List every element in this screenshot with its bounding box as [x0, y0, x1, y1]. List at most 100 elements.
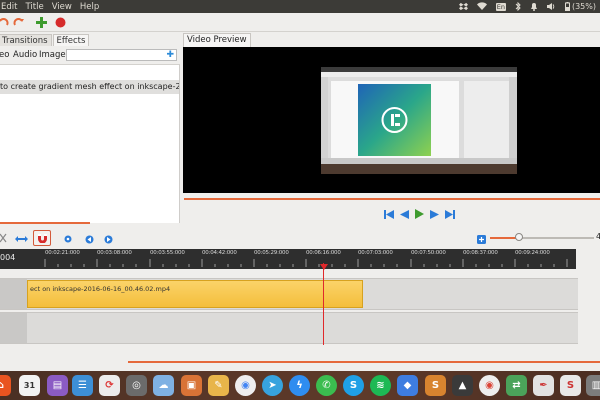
preview-frame-image — [321, 67, 517, 174]
dock-item[interactable]: ✒ — [533, 375, 554, 396]
menu-view[interactable]: View — [52, 2, 72, 12]
dock-item[interactable]: ϟ — [289, 375, 310, 396]
dock-item[interactable]: ⌂ — [0, 375, 11, 396]
dock-item[interactable]: ◉ — [479, 375, 500, 396]
trash-icon: ▥ — [591, 380, 600, 391]
dock-item[interactable]: ◎ — [126, 375, 147, 396]
bluetooth-icon[interactable] — [515, 2, 521, 11]
snapping-toggle[interactable] — [33, 230, 51, 246]
messenger-icon: ϟ — [296, 380, 303, 391]
weather-icon: ☁ — [158, 380, 169, 391]
record-button[interactable] — [53, 15, 67, 29]
zoom-slider[interactable] — [490, 233, 594, 241]
filter-image[interactable]: Image — [39, 50, 66, 60]
razor-icon — [0, 233, 7, 243]
dock-item[interactable]: ◉ — [235, 375, 256, 396]
dock-item[interactable]: ▤ — [47, 375, 68, 396]
dock-item[interactable]: ☁ — [153, 375, 174, 396]
timeline-ruler[interactable]: 004 00:02:21:000 00:03:08:000 00:03:55:0… — [0, 249, 576, 269]
fast-forward-button[interactable] — [430, 209, 439, 219]
image-viewer-icon: ▣ — [186, 380, 197, 391]
track-header[interactable] — [0, 313, 27, 343]
timeline-clip[interactable]: ect on inkscape-2016-06-16_00.46.02.mp4 — [27, 280, 363, 308]
volume-icon[interactable] — [546, 2, 556, 11]
top-panel: Edit Title View Help En (35%) — [0, 0, 600, 13]
add-marker-button[interactable] — [63, 233, 73, 245]
video-preview — [183, 47, 600, 193]
chrome-2-icon: ◉ — [485, 380, 494, 391]
dock-item[interactable]: ➤ — [262, 375, 283, 396]
jump-end-button[interactable] — [445, 209, 455, 219]
dock-item[interactable]: ▣ — [181, 375, 202, 396]
file-name: to create gradient mesh effect on inksca… — [0, 82, 179, 91]
list-item[interactable]: to create gradient mesh effect on inksca… — [0, 80, 179, 94]
battery-indicator[interactable]: (35%) — [564, 2, 596, 11]
playhead-line[interactable] — [323, 263, 324, 345]
dropbox-tray-icon[interactable] — [458, 2, 468, 11]
whatsapp-icon: ✆ — [322, 380, 331, 391]
magnet-icon — [37, 234, 47, 243]
playback-controls — [384, 209, 455, 219]
ruler-filler — [576, 249, 600, 269]
menu-help[interactable]: Help — [80, 2, 99, 12]
timeline-scrollbar[interactable] — [128, 361, 600, 363]
dock-item[interactable]: ◆ — [397, 375, 418, 396]
next-marker-button[interactable] — [103, 233, 113, 245]
system-tray: En (35%) — [458, 0, 596, 13]
rewind-button[interactable] — [400, 209, 409, 219]
dock-item[interactable]: ▥ — [586, 375, 600, 396]
menu-title[interactable]: Title — [25, 2, 43, 12]
notification-bell-icon[interactable] — [530, 2, 538, 11]
keyboard-layout-indicator[interactable]: En — [495, 2, 506, 11]
tab-video-preview[interactable]: Video Preview — [183, 33, 251, 47]
dock-item[interactable]: ☰ — [72, 375, 93, 396]
search-input[interactable]: ✚ — [66, 49, 177, 61]
dock-item[interactable]: ⟳ — [99, 375, 120, 396]
playhead-handle[interactable] — [320, 264, 328, 270]
zoom-fit-button[interactable] — [476, 233, 486, 245]
ruler-ticks — [44, 259, 568, 267]
chrome-icon: ◉ — [241, 380, 250, 391]
redo-icon — [13, 18, 24, 26]
dock-item[interactable]: ▲ — [452, 375, 473, 396]
dock: ⌂ 31 ▤ ☰ ⟳ ◎ ☁ ▣ ✎ ◉ ➤ ϟ ✆ S ≋ ◆ S ▲ ◉ ⇄… — [0, 371, 600, 400]
next-marker-icon — [104, 235, 112, 243]
undo-button[interactable] — [0, 15, 10, 29]
dock-item[interactable]: S — [560, 375, 581, 396]
track-header[interactable] — [0, 279, 27, 309]
main-toolbar — [0, 13, 600, 32]
dock-item[interactable]: ⇄ — [506, 375, 527, 396]
s-app-icon: S — [431, 380, 440, 391]
dock-item[interactable]: ✎ — [208, 375, 229, 396]
zoom-fit-icon — [476, 234, 486, 244]
dock-item[interactable]: S — [425, 375, 446, 396]
skype-icon: S — [349, 380, 358, 391]
filter-video[interactable]: eo — [0, 50, 9, 60]
dropbox-icon: ◆ — [403, 380, 412, 391]
project-files-list[interactable]: to create gradient mesh effect on inksca… — [0, 64, 180, 223]
timeline-track[interactable] — [0, 312, 578, 344]
redo-button[interactable] — [12, 15, 26, 29]
wifi-icon[interactable] — [476, 2, 487, 11]
play-button[interactable] — [415, 209, 424, 219]
battery-percent: (35%) — [571, 2, 596, 11]
arrange-tool-button[interactable] — [14, 233, 28, 245]
jump-start-button[interactable] — [384, 209, 394, 219]
menu-edit[interactable]: Edit — [1, 2, 17, 12]
left-panel-scrollbar[interactable] — [0, 222, 90, 224]
battery-icon — [564, 2, 570, 11]
dock-item[interactable]: 31 — [19, 375, 40, 396]
preview-scrubber[interactable] — [184, 198, 600, 200]
filter-audio[interactable]: Audio — [13, 50, 37, 60]
dock-item[interactable]: ✆ — [316, 375, 337, 396]
previous-marker-button[interactable] — [84, 233, 94, 245]
razor-tool-button[interactable] — [0, 232, 8, 244]
add-track-button[interactable] — [34, 15, 48, 29]
list-icon: ☰ — [78, 380, 87, 391]
document-viewer-icon: ▤ — [52, 380, 63, 391]
zoom-slider-handle[interactable] — [515, 233, 523, 241]
resize-icon — [14, 236, 28, 242]
dock-item[interactable]: S — [343, 375, 364, 396]
add-file-icon[interactable]: ✚ — [166, 50, 174, 60]
dock-item[interactable]: ≋ — [370, 375, 391, 396]
